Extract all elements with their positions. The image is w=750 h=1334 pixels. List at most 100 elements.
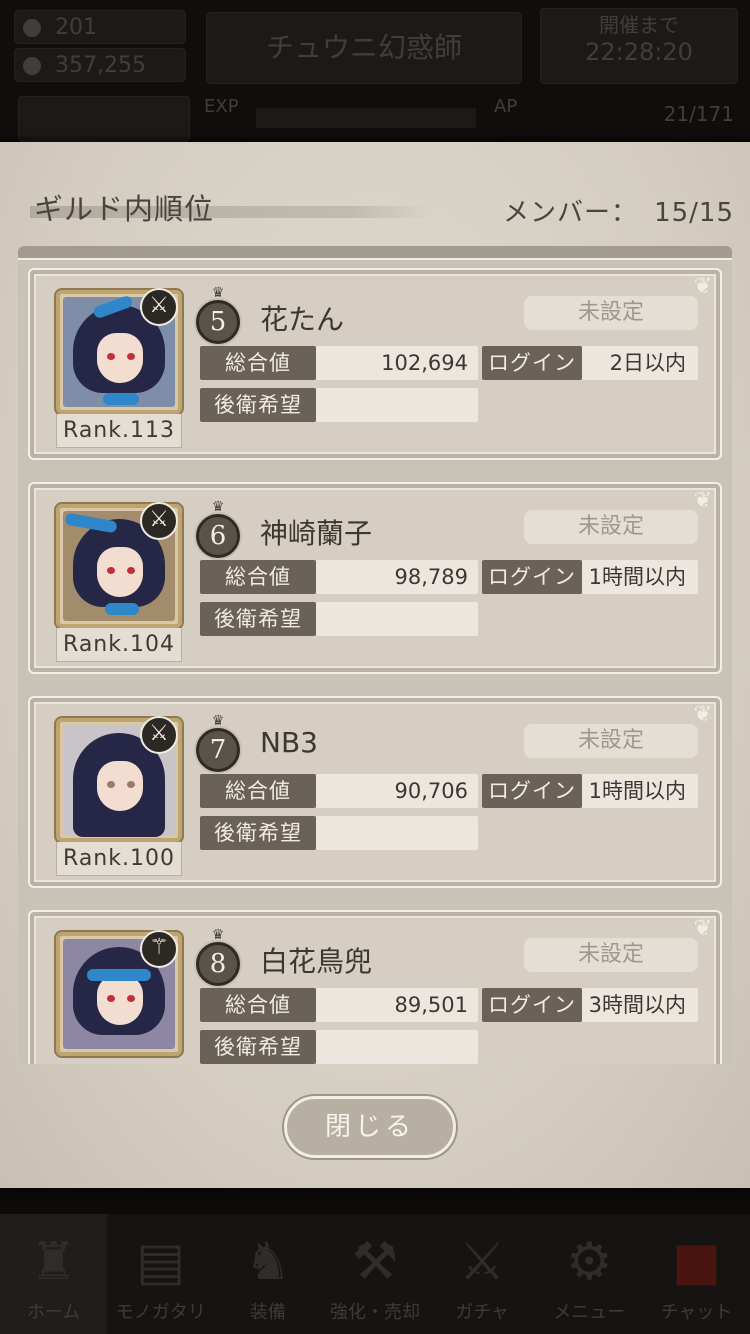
sword-icon: ⚔ <box>140 502 178 540</box>
nav-home[interactable]: ♜ ホーム <box>0 1214 108 1334</box>
crown-icon: ♛ <box>211 927 225 943</box>
member-card[interactable]: ❦ ⚔ Rank.100 ♛ 7 NB3 未設定 総合値 90,706 ログイン… <box>28 696 722 888</box>
rank-plate: Rank.104 <box>56 628 182 662</box>
login-value: 2日以内 <box>582 346 698 380</box>
nav-label: 強化・売却 <box>329 1302 420 1323</box>
nav-label: モノガタリ <box>115 1302 206 1323</box>
crossed-swords-icon: ⚔ <box>458 1232 506 1292</box>
nav-label: 装備 <box>249 1302 286 1323</box>
ornament-icon: ❦ <box>693 916 712 941</box>
backline-value <box>316 1030 478 1064</box>
top-hud: 201 357,255 チュウニ幻惑師 開催まで 22:28:20 EXP AP… <box>0 0 750 142</box>
ornament-icon: ❦ <box>693 702 712 727</box>
backline-label: 後衛希望 <box>200 816 316 850</box>
nav-chat[interactable]: ■ チャット <box>643 1214 750 1334</box>
rank-plate: Rank.100 <box>56 842 182 876</box>
nav-story[interactable]: ▤ モノガタリ <box>107 1214 214 1334</box>
timer-label: 開催まで <box>599 13 679 37</box>
nav-label: チャット <box>660 1302 733 1323</box>
place-badge: 5 <box>196 300 240 344</box>
login-label: ログイン <box>482 774 582 808</box>
crown-icon: ♛ <box>211 285 225 301</box>
rank-plate: Rank.113 <box>56 414 182 448</box>
backline-value <box>316 816 478 850</box>
exp-label: EXP <box>204 96 239 117</box>
nav-label: ホーム <box>26 1302 81 1323</box>
total-label: 総合値 <box>200 560 316 594</box>
sword-icon: ⚔ <box>140 288 178 326</box>
ap-value: 21/171 <box>663 102 734 126</box>
guild-ranking-dialog: ギルド内順位 メンバー： 15/15 ❦ ⚔ Rank.113 ♛ 5 花たん 未… <box>0 142 750 1188</box>
staff-icon: ⚚ <box>140 930 178 968</box>
login-label: ログイン <box>482 346 582 380</box>
total-label: 総合値 <box>200 988 316 1022</box>
stamina-value: 201 <box>55 15 97 40</box>
total-value: 102,694 <box>316 346 478 380</box>
event-timer: 開催まで 22:28:20 <box>540 8 738 84</box>
place-badge: 7 <box>196 728 240 772</box>
coin-icon <box>23 57 41 75</box>
total-value: 98,789 <box>316 560 478 594</box>
place-badge: 6 <box>196 514 240 558</box>
nav-label: ガチャ <box>455 1302 510 1323</box>
stamina-counter: 201 <box>14 10 186 44</box>
member-card[interactable]: ❦ ⚔ Rank.113 ♛ 5 花たん 未設定 総合値 102,694 ログイ… <box>28 268 722 460</box>
member-name: 花たん <box>260 303 345 336</box>
gold-value: 357,255 <box>55 53 146 78</box>
login-label: ログイン <box>482 988 582 1022</box>
hammer-icon: ⚒ <box>351 1232 399 1292</box>
member-name: 神崎蘭子 <box>260 517 373 550</box>
gear-icon: ⚙ <box>565 1232 613 1292</box>
ornament-icon: ❦ <box>693 488 712 513</box>
exp-bar <box>256 108 476 128</box>
nav-enhance[interactable]: ⚒ 強化・売却 <box>321 1214 428 1334</box>
member-count-label: メンバー： <box>503 198 639 228</box>
login-value: 1時間以内 <box>582 560 698 594</box>
close-button[interactable]: 閉じる <box>284 1096 456 1158</box>
member-card[interactable]: ❦ ⚔ Rank.104 ♛ 6 神崎蘭子 未設定 総合値 98,789 ログイ… <box>28 482 722 674</box>
member-card[interactable]: ❦ ⚚ ♛ 8 白花鳥兜 未設定 総合値 89,501 ログイン 3時間以内 後… <box>28 910 722 1064</box>
player-rank-box <box>18 96 190 142</box>
backline-value <box>316 602 478 636</box>
login-value: 1時間以内 <box>582 774 698 808</box>
ornament-icon: ❦ <box>693 274 712 299</box>
guild-title: チュウニ幻惑師 <box>206 12 522 84</box>
dialog-title: ギルド内順位 <box>34 192 215 226</box>
chat-alert-icon: ■ <box>671 1232 721 1292</box>
crown-icon: ♛ <box>211 713 225 729</box>
nav-equip[interactable]: ♞ 装備 <box>214 1214 321 1334</box>
member-name: NB3 <box>260 726 318 759</box>
member-name: 白花鳥兜 <box>260 945 373 978</box>
bottom-nav: ♜ ホーム ▤ モノガタリ ♞ 装備 ⚒ 強化・売却 ⚔ ガチャ ⚙ メニュー … <box>0 1214 750 1334</box>
place-badge: 8 <box>196 942 240 986</box>
timer-value: 22:28:20 <box>585 38 693 66</box>
assignment-pill: 未設定 <box>524 296 698 330</box>
nav-menu[interactable]: ⚙ メニュー <box>536 1214 643 1334</box>
backline-label: 後衛希望 <box>200 602 316 636</box>
assignment-pill: 未設定 <box>524 724 698 758</box>
stamina-icon <box>23 19 41 37</box>
sword-icon: ⚔ <box>140 716 178 754</box>
login-label: ログイン <box>482 560 582 594</box>
total-value: 89,501 <box>316 988 478 1022</box>
backline-label: 後衛希望 <box>200 388 316 422</box>
castle-icon: ♜ <box>30 1232 77 1292</box>
assignment-pill: 未設定 <box>524 510 698 544</box>
ap-label: AP <box>494 96 518 117</box>
total-label: 総合値 <box>200 346 316 380</box>
book-icon: ▤ <box>136 1232 186 1292</box>
nav-label: メニュー <box>553 1302 626 1323</box>
previous-card-edge <box>18 246 732 260</box>
nav-gacha[interactable]: ⚔ ガチャ <box>429 1214 536 1334</box>
gold-counter: 357,255 <box>14 48 186 82</box>
login-value: 3時間以内 <box>582 988 698 1022</box>
total-label: 総合値 <box>200 774 316 808</box>
member-count-value: 15/15 <box>654 198 734 228</box>
total-value: 90,706 <box>316 774 478 808</box>
backline-value <box>316 388 478 422</box>
backline-label: 後衛希望 <box>200 1030 316 1064</box>
assignment-pill: 未設定 <box>524 938 698 972</box>
crown-icon: ♛ <box>211 499 225 515</box>
member-list[interactable]: ❦ ⚔ Rank.113 ♛ 5 花たん 未設定 総合値 102,694 ログイ… <box>18 246 732 1064</box>
armor-icon: ♞ <box>244 1232 292 1292</box>
